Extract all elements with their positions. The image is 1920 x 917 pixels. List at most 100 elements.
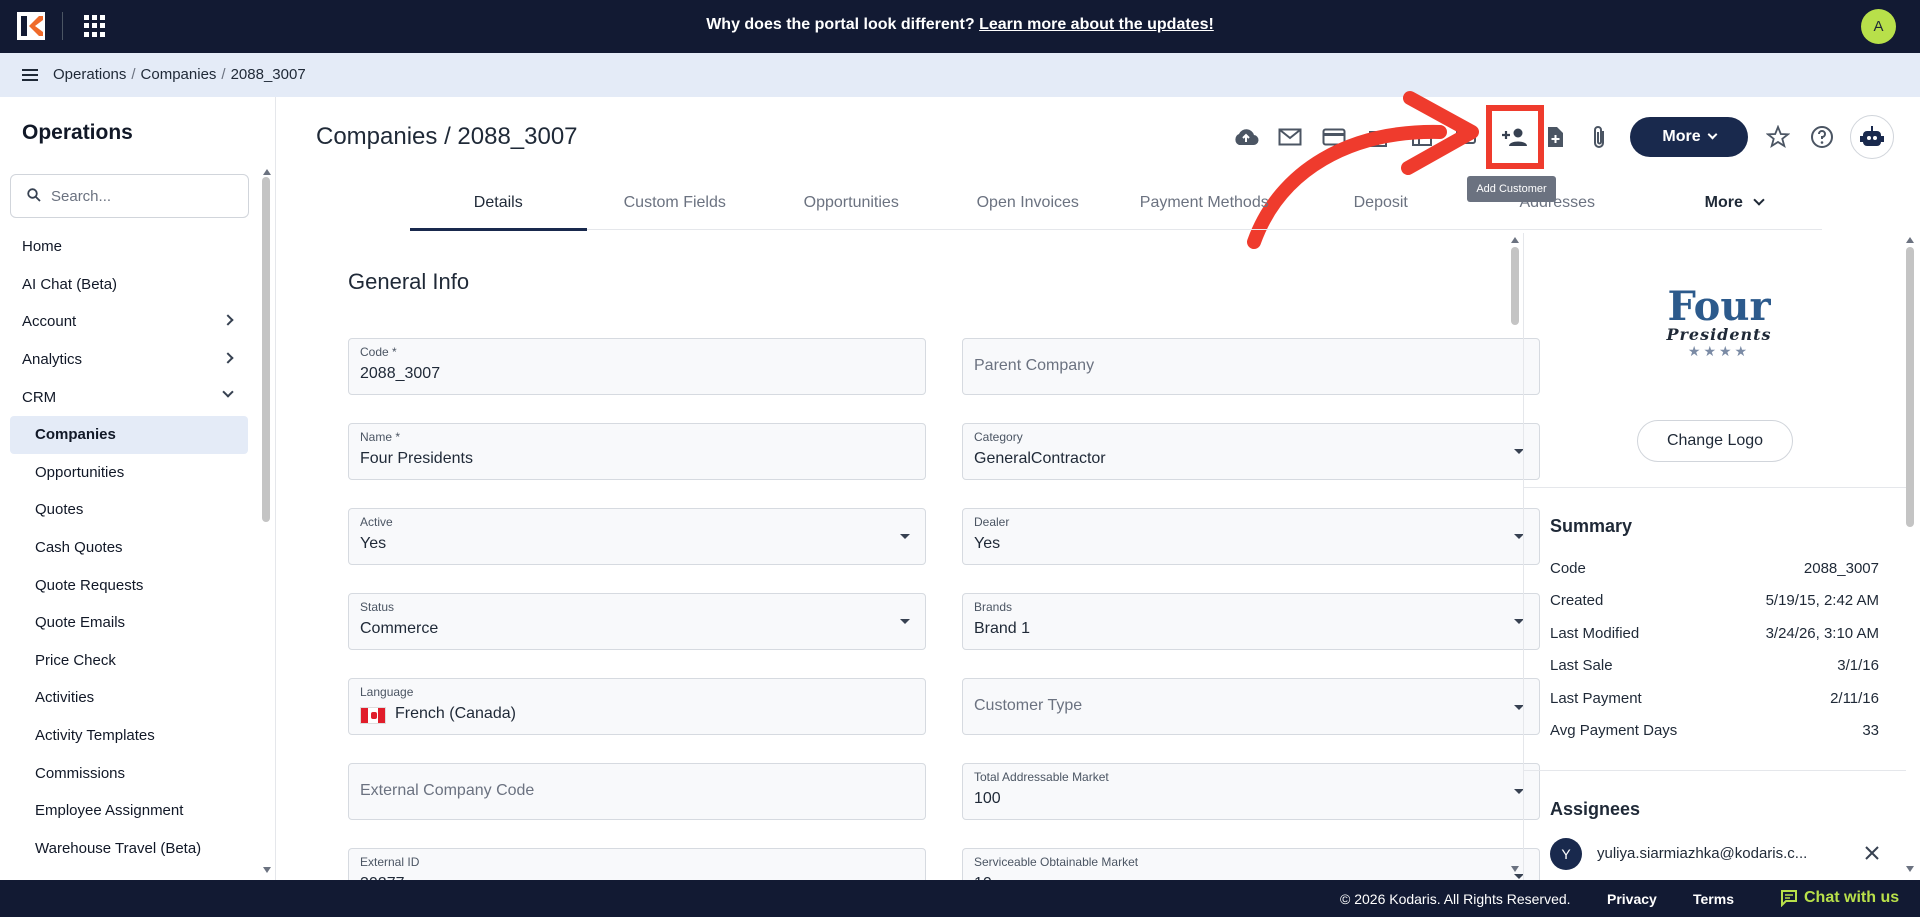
top-bar: Why does the portal look different? Lear… [0,0,1920,53]
footer: © 2026 Kodaris. All Rights Reserved. Pri… [0,880,1920,917]
sidebar-item-label: Price Check [35,651,116,669]
panel-scroll-down[interactable] [1906,866,1914,872]
category-select[interactable]: Category GeneralContractor [962,423,1540,480]
sidebar-item-quote-requests[interactable]: Quote Requests [0,566,258,604]
summary-title: Summary [1550,516,1633,536]
brands-select[interactable]: Brands Brand 1 [962,593,1540,650]
tab-opportunities[interactable]: Opportunities [763,186,940,230]
language-select[interactable]: Language French (Canada) [348,678,926,735]
more-actions-button[interactable]: More [1630,117,1748,157]
customer-type-select[interactable]: Customer Type [962,678,1540,735]
sidebar-item-activities[interactable]: Activities [0,679,258,717]
announcement-link[interactable]: Learn more about the updates! [979,16,1214,33]
tab-open-invoices[interactable]: Open Invoices [940,186,1117,230]
sidebar-item-warehouse-travel[interactable]: Warehouse Travel (Beta) [0,830,258,868]
sidebar-title: Operations [22,121,133,144]
code-field[interactable]: Code * 2088_3007 [348,338,926,395]
sidebar-item-label: Analytics [22,351,83,369]
breadcrumb-companies[interactable]: Companies [141,66,217,83]
change-logo-button[interactable]: Change Logo [1637,420,1793,462]
sidebar-item-label: Companies [35,426,116,444]
remove-assignee-close-icon[interactable] [1862,843,1882,863]
chevron-down-icon [1707,129,1718,139]
field-placeholder: Parent Company [974,357,1095,374]
sidebar-item-label: Commissions [35,764,126,782]
dealer-select[interactable]: Dealer Yes [962,508,1540,565]
sidebar-item-label: Quotes [35,501,84,519]
sidebar-item-activity-templates[interactable]: Activity Templates [0,717,258,755]
sidebar-item-label: Quote Emails [35,614,126,632]
sidebar-item-commissions[interactable]: Commissions [0,754,258,792]
sidebar-item-companies[interactable]: Companies [10,415,248,454]
sidebar-item-crm[interactable]: CRM [0,378,258,416]
total-addressable-market-select[interactable]: Total Addressable Market 100 [962,763,1540,820]
sidebar-search-input[interactable]: Search... [10,174,249,218]
status-select[interactable]: Status Commerce [348,593,926,650]
main-scroll-down[interactable] [1511,866,1519,872]
main-scrollbar[interactable] [1511,247,1519,325]
sidebar-item-price-check[interactable]: Price Check [0,642,258,680]
tab-details[interactable]: Details [410,186,587,231]
chat-with-us-button[interactable]: Chat with us [1780,889,1899,907]
tab-addresses[interactable]: Addresses [1469,186,1646,230]
field-value: 2088_3007 [360,365,441,382]
field-label: Total Addressable Market [974,770,1109,784]
sidebar-scrollbar[interactable] [262,177,270,522]
sidebar-item-quotes[interactable]: Quotes [0,491,258,529]
summary-label: Avg Payment Days [1550,722,1678,739]
sidebar-item-label: Warehouse Travel (Beta) [35,839,202,857]
sidebar-item-analytics[interactable]: Analytics [0,341,258,379]
favorite-star-icon[interactable] [1764,124,1792,150]
copyright-text: © 2026 Kodaris. All Rights Reserved. [1340,891,1571,907]
sidebar-item-label: Home [22,238,63,256]
active-select[interactable]: Active Yes [348,508,926,565]
name-field[interactable]: Name * Four Presidents [348,423,926,480]
user-avatar[interactable]: A [1861,9,1896,44]
chevron-right-icon [222,352,234,364]
tab-more[interactable]: More [1646,186,1823,230]
tab-deposit[interactable]: Deposit [1293,186,1470,230]
ai-assistant-button[interactable] [1850,115,1894,159]
summary-label: Last Sale [1550,657,1613,674]
tab-payment-methods[interactable]: Payment Methods [1116,186,1293,230]
help-icon[interactable] [1808,124,1836,150]
section-title-general-info: General Info [348,269,470,294]
parent-company-field[interactable]: Parent Company [962,338,1540,395]
panel-scroll-up[interactable] [1906,237,1914,243]
field-value: Brand 1 [974,620,1031,637]
breadcrumb: Operations / Companies/2088_3007 [53,66,306,83]
sidebar-nav: Home AI Chat (Beta) Account Analytics CR… [0,228,258,867]
add-document-icon[interactable] [1541,124,1569,150]
breadcrumb-operations[interactable]: Operations [53,66,126,83]
sidebar-scroll-up[interactable] [263,169,271,175]
sidebar-item-ai-chat[interactable]: AI Chat (Beta) [0,266,258,304]
attachment-icon[interactable] [1585,124,1613,150]
sidebar-scroll-down[interactable] [263,867,271,873]
assignee-avatar: Y [1550,838,1582,870]
robot-icon [1860,126,1884,146]
field-label: Brands [974,600,1013,614]
sidebar-item-cash-quotes[interactable]: Cash Quotes [0,529,258,567]
summary-label: Created [1550,592,1604,609]
field-value: Yes [974,535,1001,552]
sidebar-item-quote-emails[interactable]: Quote Emails [0,604,258,642]
terms-link[interactable]: Terms [1693,891,1734,907]
sidebar-item-home[interactable]: Home [0,228,258,266]
serviceable-obtainable-market-select[interactable]: Serviceable Obtainable Market 10 [962,848,1540,880]
sidebar-item-opportunities[interactable]: Opportunities [0,454,258,492]
sidebar-item-account[interactable]: Account [0,303,258,341]
summary-row: Last Modified 3/24/26, 3:10 AM [1550,625,1879,642]
privacy-link[interactable]: Privacy [1607,891,1657,907]
chat-icon [1781,890,1797,907]
sidebar-item-employee-assignment[interactable]: Employee Assignment [0,792,258,830]
tab-custom-fields[interactable]: Custom Fields [587,186,764,230]
external-company-code-field[interactable]: External Company Code [348,763,926,820]
chevron-right-icon [222,314,234,326]
main-scroll-up[interactable] [1511,237,1519,243]
hamburger-menu-icon[interactable] [22,69,38,81]
external-id-field[interactable]: External ID 30277 [348,848,926,880]
panel-scrollbar[interactable] [1906,247,1914,527]
sidebar-item-label: Opportunities [35,463,125,481]
assignee-email: yuliya.siarmiazhka@kodaris.c... [1597,845,1808,862]
field-label: Dealer [974,515,1010,529]
